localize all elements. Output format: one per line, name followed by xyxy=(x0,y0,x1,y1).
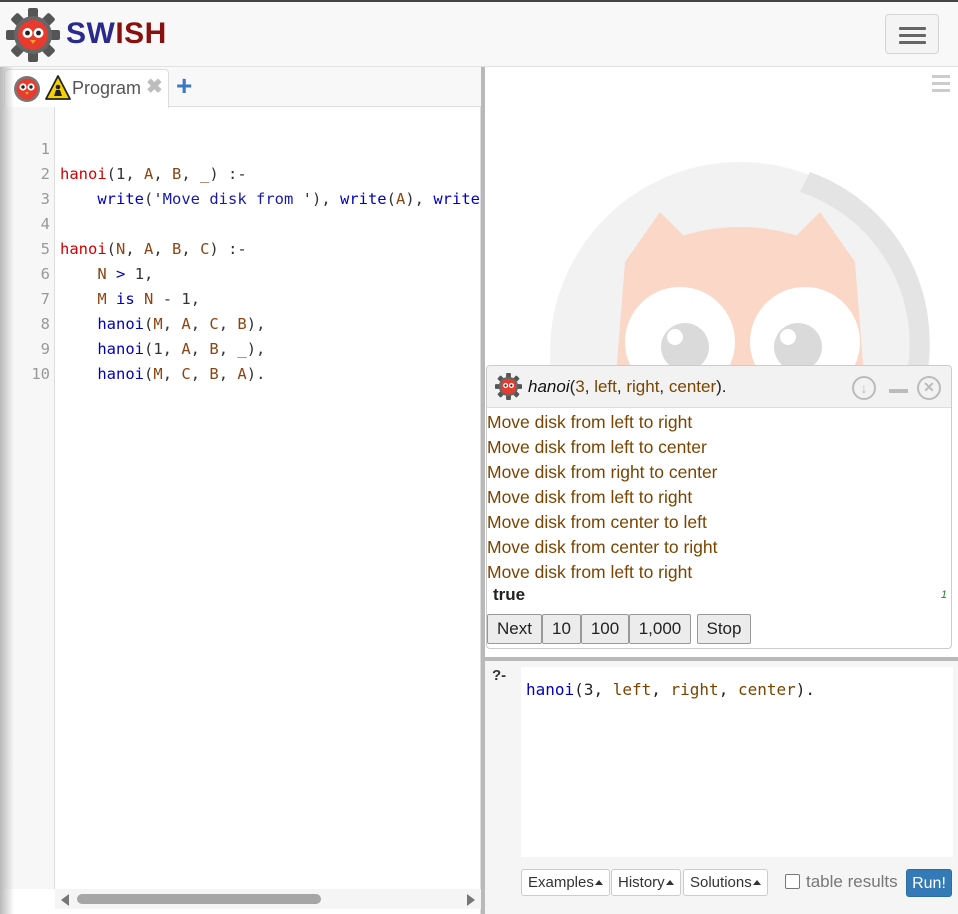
code-line: 9 hanoi(M, C, B, A). xyxy=(0,312,481,383)
hamburger-menu-button[interactable] xyxy=(885,14,939,54)
query-arg: 3 xyxy=(583,680,594,699)
table-results-checkbox[interactable] xyxy=(785,874,800,889)
code-line: 2 write('Move disk from '), write(A), wr… xyxy=(0,137,481,208)
query-arg: left xyxy=(612,680,652,699)
query-predicate: hanoi xyxy=(526,680,575,699)
caret-up-icon xyxy=(752,880,761,885)
code-line: 7 hanoi(M, A, C, B), xyxy=(0,262,481,333)
query-input[interactable]: hanoi(3, left, right, center). xyxy=(521,667,953,857)
editor-tab-bar: Program ✖ + xyxy=(0,67,481,108)
code-line: 4 hanoi(N, A, B, C) :- xyxy=(0,187,481,258)
brand-part-1: SW xyxy=(66,17,116,50)
close-answer-icon[interactable]: ✕ xyxy=(917,376,941,400)
code-line: 1 hanoi(1, A, B, _) :- xyxy=(0,112,481,183)
program-editor-pane: Program ✖ + 1 hanoi(1, A, B, _) :- 2 wri… xyxy=(0,67,481,914)
brand-part-3: SH xyxy=(124,17,167,50)
query-arg: right xyxy=(670,680,719,699)
next-button[interactable]: Next xyxy=(487,614,542,644)
new-tab-plus-icon[interactable]: + xyxy=(176,70,192,102)
output-line: Move disk from left to center xyxy=(487,437,707,457)
tab-close-icon[interactable]: ✖ xyxy=(146,74,163,99)
solutions-dropdown[interactable]: Solutions xyxy=(683,869,768,896)
query-arg: center xyxy=(668,377,717,396)
download-icon[interactable]: ↓ xyxy=(852,376,876,400)
scroll-right-arrow-icon[interactable] xyxy=(467,894,475,906)
output-menu-icon[interactable] xyxy=(932,75,950,96)
caret-up-icon xyxy=(665,880,674,885)
query-prompt: ?- xyxy=(492,667,507,684)
next-10-button[interactable]: 10 xyxy=(542,614,581,644)
warning-icon xyxy=(45,75,71,100)
code-text: hanoi(M, C, B, A). xyxy=(97,365,266,383)
examples-label: Examples xyxy=(528,874,594,891)
output-pane: hanoi(3, left, right, center). ↓ ✕ Move … xyxy=(485,67,958,657)
query-answer-box: hanoi(3, left, right, center). ↓ ✕ Move … xyxy=(486,365,952,649)
tab-program[interactable]: Program ✖ xyxy=(4,69,169,108)
code-line: 6 M is N - 1, xyxy=(0,237,481,308)
table-results-label[interactable]: table results xyxy=(806,872,898,892)
next-1000-button[interactable]: 1,000 xyxy=(629,614,691,644)
code-line: 5 N > 1, xyxy=(0,212,481,283)
history-label: History xyxy=(618,874,665,891)
output-line: Move disk from center to right xyxy=(487,537,718,557)
result-true: true xyxy=(493,585,526,604)
horizontal-scrollbar[interactable] xyxy=(55,889,481,909)
code-line: 8 hanoi(1, A, B, _), xyxy=(0,287,481,358)
minimize-icon[interactable] xyxy=(889,389,908,393)
navbar: SWISH xyxy=(0,2,958,67)
brand-title[interactable]: SWISH xyxy=(66,17,167,51)
query-text: hanoi(3, left, right, center). xyxy=(526,680,816,699)
output-lines: Move disk from left to right Move disk f… xyxy=(487,410,718,585)
history-dropdown[interactable]: History xyxy=(611,869,681,896)
code-line: 3 xyxy=(0,162,481,208)
stop-button[interactable]: Stop xyxy=(697,614,751,644)
brand-part-2: I xyxy=(115,17,125,50)
code-line: 10 xyxy=(0,337,481,383)
output-line: Move disk from left to right xyxy=(487,487,693,507)
hamburger-bar xyxy=(899,34,926,37)
run-button[interactable]: Run! xyxy=(906,869,952,897)
scrollbar-thumb[interactable] xyxy=(77,894,321,904)
solutions-label: Solutions xyxy=(690,874,752,891)
output-line: Move disk from left to right xyxy=(487,412,693,432)
examples-dropdown[interactable]: Examples xyxy=(521,869,610,896)
swish-logo-icon[interactable] xyxy=(6,8,60,62)
answer-query-text: hanoi(3, left, right, center). xyxy=(528,377,727,396)
query-pane: ?- hanoi(3, left, right, center). Exampl… xyxy=(485,661,958,914)
swish-owl-icon xyxy=(14,76,40,102)
next-100-button[interactable]: 100 xyxy=(581,614,629,644)
hamburger-bar xyxy=(899,41,926,44)
line-number: 10 xyxy=(31,365,50,383)
caret-up-icon xyxy=(594,880,603,885)
output-line: Move disk from right to center xyxy=(487,462,718,482)
swish-gear-icon xyxy=(495,373,522,400)
hamburger-bar xyxy=(899,27,926,30)
query-head: hanoi xyxy=(528,377,570,396)
solution-count: 1 xyxy=(940,589,947,601)
query-toolbar: Examples History Solutions table results… xyxy=(485,869,958,899)
output-line: Move disk from left to right xyxy=(487,562,693,582)
query-arg: 3 xyxy=(575,377,585,396)
query-arg: center xyxy=(737,680,796,699)
answer-header: hanoi(3, left, right, center). ↓ ✕ xyxy=(487,366,951,408)
query-arg: right xyxy=(626,377,660,396)
output-line: Move disk from center to left xyxy=(487,512,707,532)
code-editor[interactable]: 1 hanoi(1, A, B, _) :- 2 write('Move dis… xyxy=(0,112,481,383)
query-arg: left xyxy=(594,377,617,396)
tab-program-label: Program xyxy=(72,78,142,98)
scroll-left-arrow-icon[interactable] xyxy=(61,894,69,906)
